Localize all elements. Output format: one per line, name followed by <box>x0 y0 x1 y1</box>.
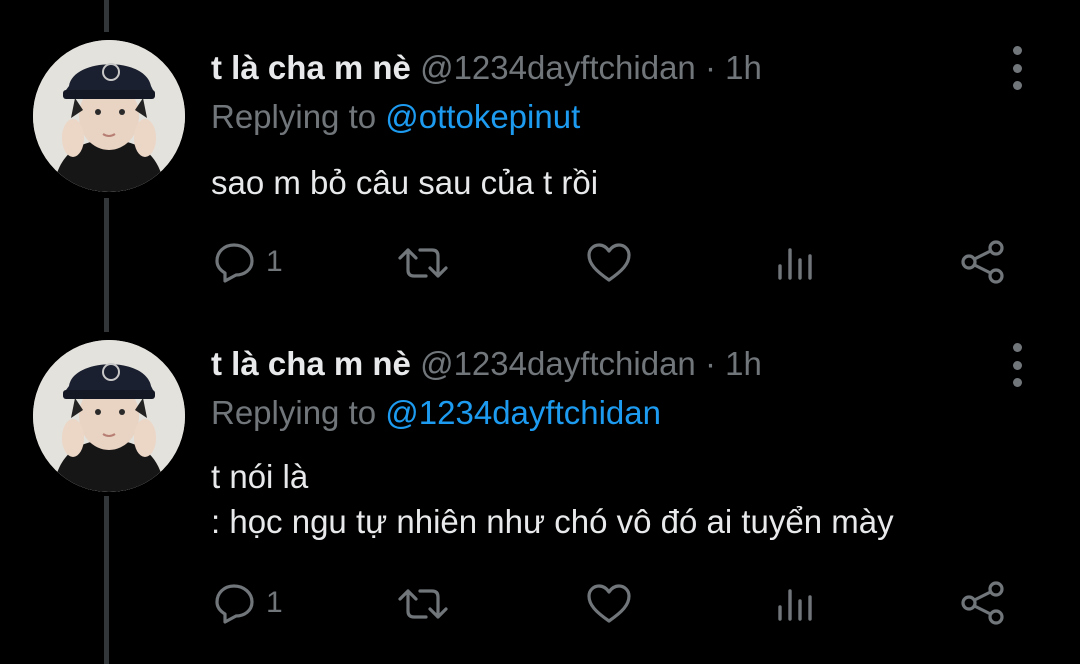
tweet-header: t là cha m nè @1234dayftchidan · 1h <box>211 344 762 384</box>
share-icon <box>961 240 1004 284</box>
share-icon <box>961 581 1004 625</box>
replying-to-line: Replying to @ottokepinut <box>211 97 580 137</box>
user-handle[interactable]: @1234dayftchidan <box>420 49 696 86</box>
speech-bubble-icon <box>215 584 254 624</box>
replying-to-handle[interactable]: @1234dayftchidan <box>385 394 661 431</box>
avatar[interactable] <box>33 40 185 192</box>
bar-chart-icon <box>778 248 812 280</box>
more-options-button[interactable] <box>1002 46 1032 90</box>
tweet[interactable]: t là cha m nè @1234dayftchidan · 1h Repl… <box>0 330 1080 664</box>
timestamp[interactable]: 1h <box>725 49 762 86</box>
reply-button[interactable]: 1 <box>214 241 283 283</box>
replying-to-line: Replying to @1234dayftchidan <box>211 393 661 433</box>
heart-icon <box>587 584 631 623</box>
like-button[interactable] <box>586 583 632 625</box>
display-name[interactable]: t là cha m nè <box>211 345 411 382</box>
tweet-text: t nói là : học ngu tự nhiên như chó vô đ… <box>211 458 894 540</box>
more-options-button[interactable] <box>1002 343 1032 387</box>
views-button[interactable] <box>775 244 815 282</box>
timestamp[interactable]: 1h <box>725 345 762 382</box>
replying-prefix: Replying to <box>211 394 377 431</box>
heart-icon <box>587 243 631 282</box>
vertical-dots-icon <box>1012 46 1022 55</box>
retweet-button[interactable] <box>396 244 450 282</box>
views-button[interactable] <box>775 585 815 623</box>
reply-button[interactable]: 1 <box>214 582 283 624</box>
tweet-text: sao m bỏ câu sau của t rồi <box>211 164 599 201</box>
separator-dot: · <box>704 49 716 86</box>
share-button[interactable] <box>960 581 1006 625</box>
like-button[interactable] <box>586 242 632 284</box>
retweet-arrows-icon <box>398 248 448 278</box>
retweet-button[interactable] <box>396 585 450 623</box>
display-name[interactable]: t là cha m nè <box>211 49 411 86</box>
separator-dot: · <box>704 345 716 382</box>
tweet-header: t là cha m nè @1234dayftchidan · 1h <box>211 48 762 88</box>
user-handle[interactable]: @1234dayftchidan <box>420 345 696 382</box>
replying-to-handle[interactable]: @ottokepinut <box>385 98 580 135</box>
retweet-arrows-icon <box>398 589 448 619</box>
share-button[interactable] <box>960 240 1006 284</box>
reply-count: 1 <box>266 245 283 278</box>
reply-count: 1 <box>266 586 283 619</box>
vertical-dots-icon <box>1012 343 1022 352</box>
avatar[interactable] <box>33 340 185 492</box>
bar-chart-icon <box>778 589 812 621</box>
tweet[interactable]: t là cha m nè @1234dayftchidan · 1h Repl… <box>0 0 1080 330</box>
replying-prefix: Replying to <box>211 98 377 135</box>
speech-bubble-icon <box>215 243 254 283</box>
